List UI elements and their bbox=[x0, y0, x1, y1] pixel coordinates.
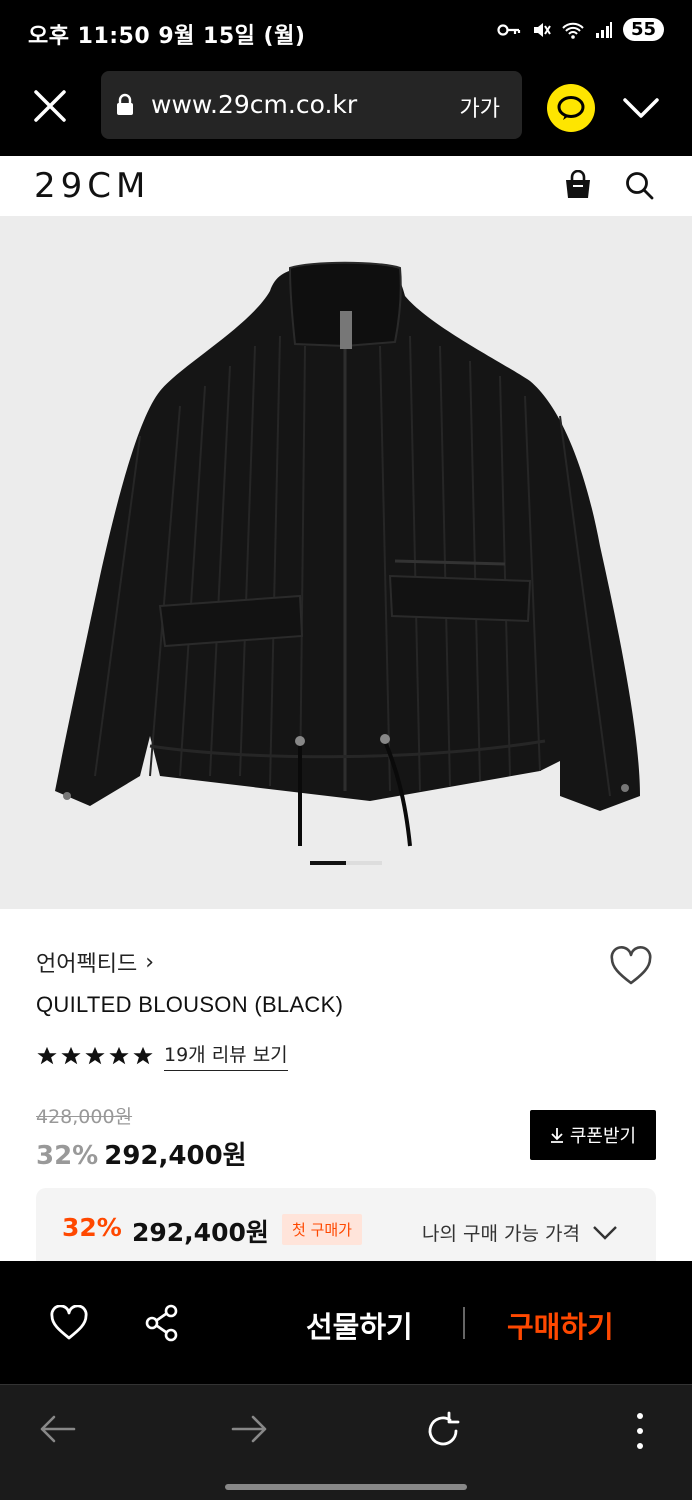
lock-icon bbox=[117, 93, 133, 115]
my-price-toggle-label: 나의 구매 가능 가격 bbox=[422, 1223, 580, 1245]
jacket-illustration bbox=[55, 261, 640, 847]
pager-active-indicator bbox=[310, 861, 346, 865]
product-image[interactable] bbox=[0, 216, 692, 909]
chevron-right-icon: › bbox=[145, 949, 155, 975]
kakaotalk-icon[interactable] bbox=[547, 84, 595, 132]
battery-icon: 55 bbox=[622, 18, 664, 41]
product-info: 언어펙티드 › QUILTED BLOUSON (BLACK) 19개 리뷰 보… bbox=[0, 909, 692, 1278]
more-vertical-icon[interactable] bbox=[630, 1411, 650, 1451]
star-icon bbox=[37, 1046, 57, 1064]
product-name: QUILTED BLOUSON (BLACK) bbox=[36, 992, 344, 1017]
coupon-button[interactable]: 쿠폰받기 bbox=[530, 1110, 656, 1160]
back-arrow-icon[interactable] bbox=[38, 1411, 78, 1447]
review-link[interactable]: 19개 리뷰 보기 bbox=[164, 1040, 288, 1071]
purchase-action-bar: 선물하기 구매하기 bbox=[0, 1261, 692, 1384]
site-logo[interactable]: 29CM bbox=[34, 166, 150, 206]
heart-icon[interactable] bbox=[609, 945, 653, 989]
coupon-label: 쿠폰받기 bbox=[569, 1126, 637, 1147]
shopping-bag-icon[interactable] bbox=[563, 170, 593, 200]
forward-arrow-icon[interactable] bbox=[229, 1411, 269, 1447]
buy-button[interactable]: 구매하기 bbox=[507, 1304, 614, 1346]
gallery-pager bbox=[0, 861, 692, 865]
first-purchase-badge: 첫 구매가 bbox=[282, 1214, 362, 1245]
sale-price: 292,400원 bbox=[104, 1141, 247, 1171]
rating: 19개 리뷰 보기 bbox=[36, 1040, 288, 1071]
action-divider bbox=[463, 1307, 465, 1339]
download-icon bbox=[550, 1128, 563, 1143]
chevron-down-icon bbox=[593, 1225, 617, 1240]
signal-icon bbox=[595, 21, 612, 38]
my-price: 292,400원 bbox=[132, 1218, 269, 1247]
address-bar[interactable]: www.29cm.co.kr 가가 bbox=[101, 71, 522, 139]
site-header: 29CM bbox=[0, 156, 692, 216]
discount-rate: 32% bbox=[36, 1141, 99, 1171]
pager-track bbox=[346, 861, 382, 865]
home-indicator[interactable] bbox=[225, 1484, 467, 1490]
star-icon bbox=[109, 1046, 129, 1064]
close-icon[interactable] bbox=[30, 86, 70, 126]
star-rating bbox=[36, 1045, 154, 1067]
brand-name: 언어펙티드 bbox=[36, 952, 138, 977]
status-icons: 55 bbox=[497, 18, 664, 41]
price-row: 32% 292,400원 bbox=[36, 1135, 247, 1172]
share-icon[interactable] bbox=[144, 1304, 180, 1342]
heart-icon[interactable] bbox=[50, 1305, 88, 1341]
brand-link[interactable]: 언어펙티드 › bbox=[36, 946, 154, 978]
text-size-button[interactable]: 가가 bbox=[460, 91, 500, 123]
mute-icon bbox=[533, 22, 551, 37]
gift-button[interactable]: 선물하기 bbox=[306, 1304, 413, 1346]
status-bar: 오후 11:50 9월 15일 (월) 55 bbox=[0, 0, 692, 66]
wifi-icon bbox=[562, 22, 584, 39]
my-price-toggle[interactable]: 나의 구매 가능 가격 bbox=[422, 1219, 618, 1246]
key-icon bbox=[497, 23, 521, 36]
star-icon bbox=[61, 1046, 81, 1064]
url-text: www.29cm.co.kr bbox=[151, 90, 358, 119]
star-icon bbox=[133, 1046, 153, 1064]
original-price: 428,000원 bbox=[36, 1106, 133, 1128]
refresh-icon[interactable] bbox=[423, 1411, 463, 1451]
chevron-down-icon[interactable] bbox=[620, 88, 662, 130]
search-icon[interactable] bbox=[624, 170, 656, 202]
status-time: 오후 11:50 9월 15일 (월) bbox=[28, 24, 306, 49]
star-icon bbox=[85, 1046, 105, 1064]
browser-toolbar: www.29cm.co.kr 가가 bbox=[0, 66, 692, 156]
browser-nav-bar bbox=[0, 1384, 692, 1500]
my-discount-rate: 32% bbox=[62, 1213, 122, 1242]
